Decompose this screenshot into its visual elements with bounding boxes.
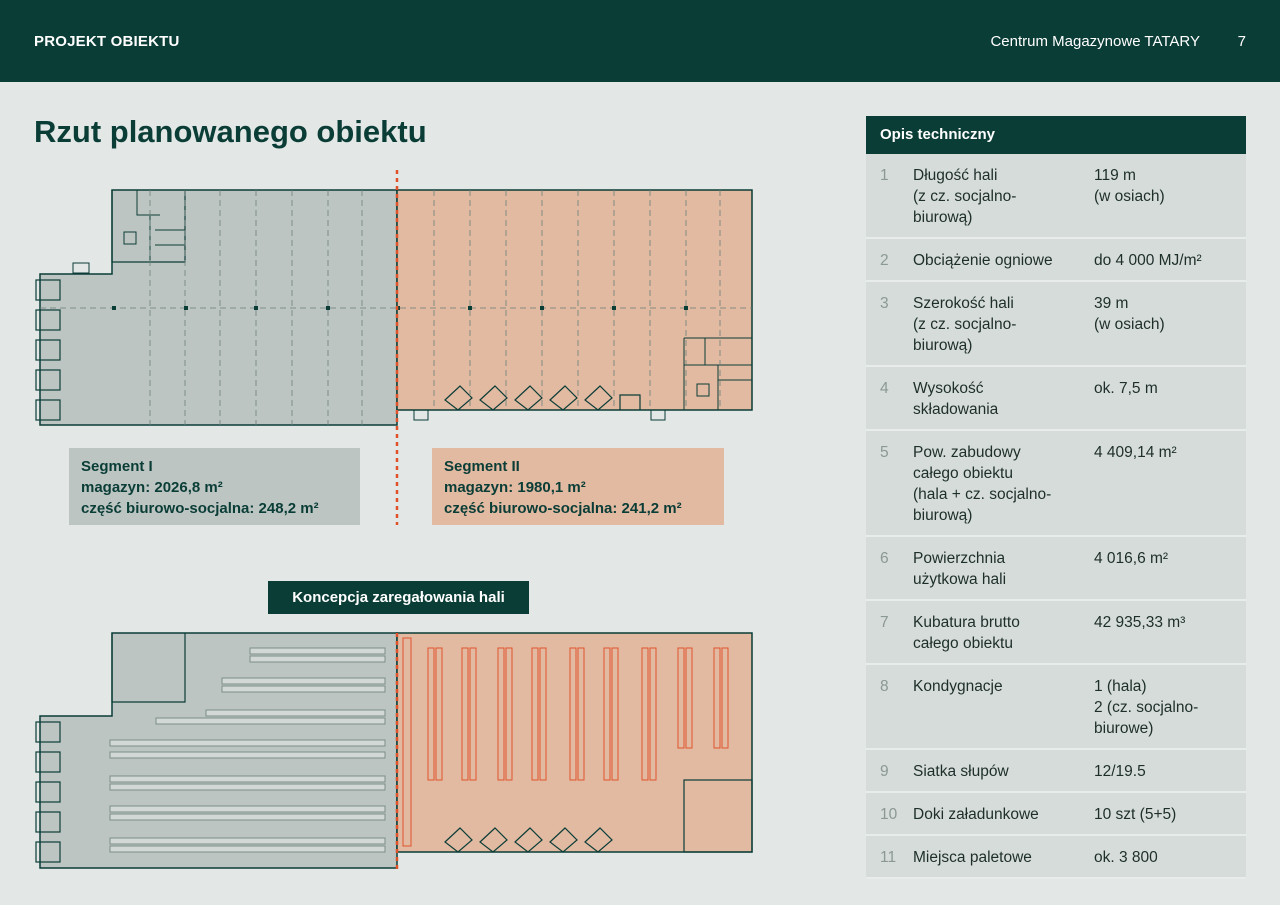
spec-row-number: 3 (880, 295, 889, 312)
segment-2-box: Segment II magazyn: 1980,1 m² część biur… (432, 448, 724, 525)
spec-row: 6 Powierzchnia użytkowa hali 4 016,6 m² (866, 537, 1246, 601)
floor-plan-top (35, 189, 753, 426)
spec-row: 10 Doki załadunkowe 10 szt (5+5) (866, 793, 1246, 836)
spec-row-value: 12/19.5 (1094, 763, 1146, 780)
segment-1-office: część biurowo-socjalna: 248,2 m² (81, 500, 319, 517)
spec-title: Opis techniczny (866, 116, 1246, 154)
spec-row: 5 Pow. zabudowy całego obiektu (hala + cz… (866, 431, 1246, 537)
segment-1-warehouse: magazyn: 2026,8 m² (81, 479, 223, 496)
spec-row-value: 1 (hala) 2 (cz. socjalno- biurowe) (1094, 678, 1199, 737)
spec-row: 7 Kubatura brutto całego obiektu 42 935,33… (866, 601, 1246, 665)
spec-row-label: Szerokość hali (z cz. socjalno- biurową) (913, 295, 1017, 354)
spec-row-value: 39 m (w osiach) (1094, 295, 1165, 333)
spec-row: 3 Szerokość hali (z cz. socjalno- biurową… (866, 282, 1246, 367)
spec-row-number: 7 (880, 614, 889, 631)
floor-plan-bottom (35, 632, 753, 869)
spec-row-label: Długość hali (z cz. socjalno- biurową) (913, 167, 1017, 226)
spec-row: 4 Wysokość składowania ok. 7,5 m (866, 367, 1246, 431)
racking-concept-label: Koncepcja zaregałowania hali (268, 581, 529, 614)
spec-row-number: 11 (880, 849, 897, 866)
spec-row-label: Kubatura brutto całego obiektu (913, 614, 1020, 652)
spec-row-value: 4 016,6 m² (1094, 550, 1169, 567)
spec-row-label: Wysokość składowania (913, 380, 999, 418)
spec-row-number: 5 (880, 444, 889, 461)
segment-2-office: część biurowo-socjalna: 241,2 m² (444, 500, 682, 517)
spec-row-value: 10 szt (5+5) (1094, 806, 1177, 823)
spec-row: 2 Obciążenie ogniowe do 4 000 MJ/m² (866, 239, 1246, 282)
spec-row: 11 Miejsca paletowe ok. 3 800 (866, 836, 1246, 879)
spec-row-label: Kondygnacje (913, 678, 1003, 695)
document-title: Centrum Magazynowe TATARY (990, 33, 1200, 50)
spec-row-label: Obciążenie ogniowe (913, 252, 1053, 269)
spec-row-number: 9 (880, 763, 889, 780)
spec-row-number: 10 (880, 806, 898, 823)
spec-row: 8 Kondygnacje 1 (hala) 2 (cz. socjalno- bi… (866, 665, 1246, 750)
spec-row-value: 42 935,33 m³ (1094, 614, 1186, 631)
spec-row: 1 Długość hali (z cz. socjalno- biurową) 1… (866, 154, 1246, 239)
spec-row-value: do 4 000 MJ/m² (1094, 252, 1202, 269)
segment-2-warehouse: magazyn: 1980,1 m² (444, 479, 586, 496)
spec-row-label: Miejsca paletowe (913, 849, 1032, 866)
segment-1-name: Segment I (81, 458, 153, 475)
spec-row-number: 8 (880, 678, 889, 695)
technical-spec-table: Opis techniczny 1 Długość hali (z cz. soc… (866, 116, 1246, 879)
spec-row-value: 119 m (w osiach) (1094, 167, 1165, 205)
spec-row-number: 4 (880, 380, 889, 397)
spec-row-label: Siatka słupów (913, 763, 1009, 780)
spec-row-value: ok. 7,5 m (1094, 380, 1158, 397)
spec-row-label: Pow. zabudowy całego obiektu (hala + cz.… (913, 444, 1052, 524)
spec-row-label: Powierzchnia użytkowa hali (913, 550, 1007, 588)
spec-row-number: 6 (880, 550, 889, 567)
spec-row-value: 4 409,14 m² (1094, 444, 1177, 461)
segment-2-name: Segment II (444, 458, 520, 475)
spec-row: 9 Siatka słupów 12/19.5 (866, 750, 1246, 793)
spec-row-value: ok. 3 800 (1094, 849, 1158, 866)
page-number: 7 (1237, 33, 1246, 50)
segment-1-box: Segment I magazyn: 2026,8 m² część biuro… (69, 448, 360, 525)
spec-row-label: Doki załadunkowe (913, 806, 1039, 823)
spec-row-number: 1 (880, 167, 889, 184)
spec-row-number: 2 (880, 252, 889, 269)
